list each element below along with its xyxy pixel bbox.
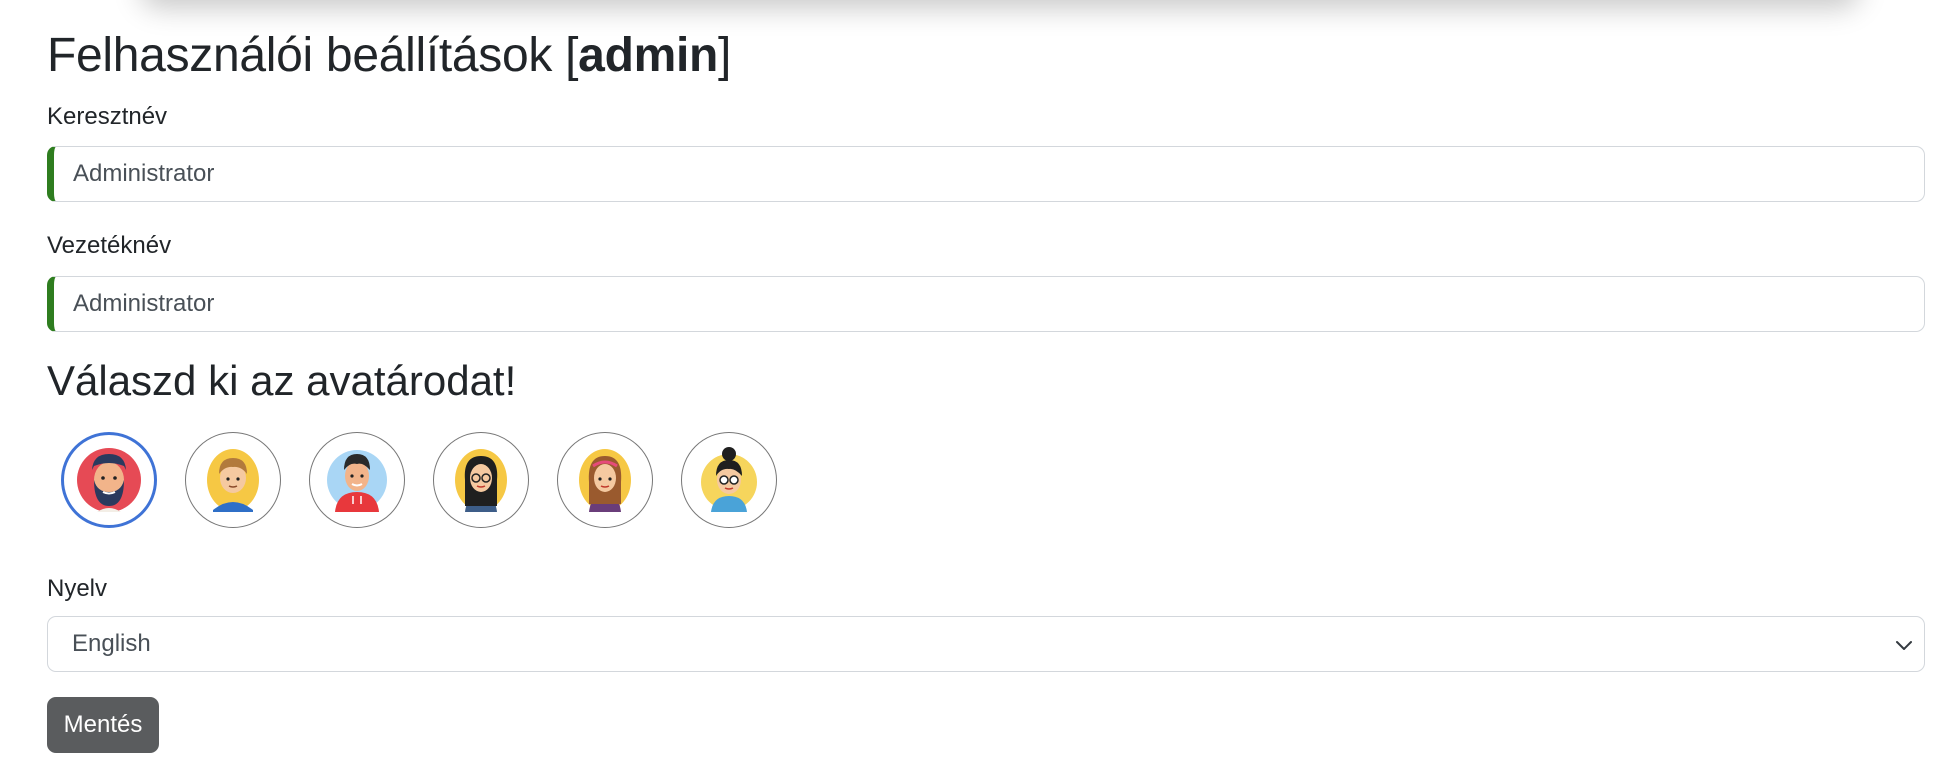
language-select-value: English xyxy=(72,630,151,657)
chevron-down-icon xyxy=(1896,641,1912,650)
headband-girl-avatar-icon xyxy=(579,449,631,512)
red-hoodie-man-avatar-icon xyxy=(327,450,387,512)
page-title-suffix: ] xyxy=(718,29,732,82)
first-name-label: Keresztnév xyxy=(47,103,168,130)
first-name-input[interactable] xyxy=(47,146,1925,202)
page-title-username: admin xyxy=(578,29,719,82)
language-select[interactable]: English xyxy=(47,616,1925,672)
glasses-woman-avatar-icon xyxy=(455,449,507,512)
bearded-man-avatar-icon xyxy=(77,448,141,512)
save-button[interactable]: Mentés xyxy=(47,697,159,753)
language-label: Nyelv xyxy=(47,575,108,602)
bun-glasses-woman-avatar-icon xyxy=(701,447,757,512)
avatar-option-bun-glasses-woman[interactable] xyxy=(681,432,777,528)
avatar-option-bearded-man[interactable] xyxy=(61,432,157,528)
avatar-option-headband-girl[interactable] xyxy=(557,432,653,528)
avatar-option-blond-boy[interactable] xyxy=(185,432,281,528)
page-title-prefix: Felhasználói beállítások [ xyxy=(47,29,579,82)
page-title: Felhasználói beállítások [admin] xyxy=(47,27,731,85)
avatar-option-glasses-woman[interactable] xyxy=(433,432,529,528)
avatar-picker xyxy=(61,432,777,528)
last-name-label: Vezetéknév xyxy=(47,232,172,259)
last-name-input[interactable] xyxy=(47,276,1925,332)
avatar-option-red-hoodie-man[interactable] xyxy=(309,432,405,528)
blond-boy-avatar-icon xyxy=(207,449,259,512)
avatar-section-title: Válaszd ki az avatárodat! xyxy=(47,357,517,404)
